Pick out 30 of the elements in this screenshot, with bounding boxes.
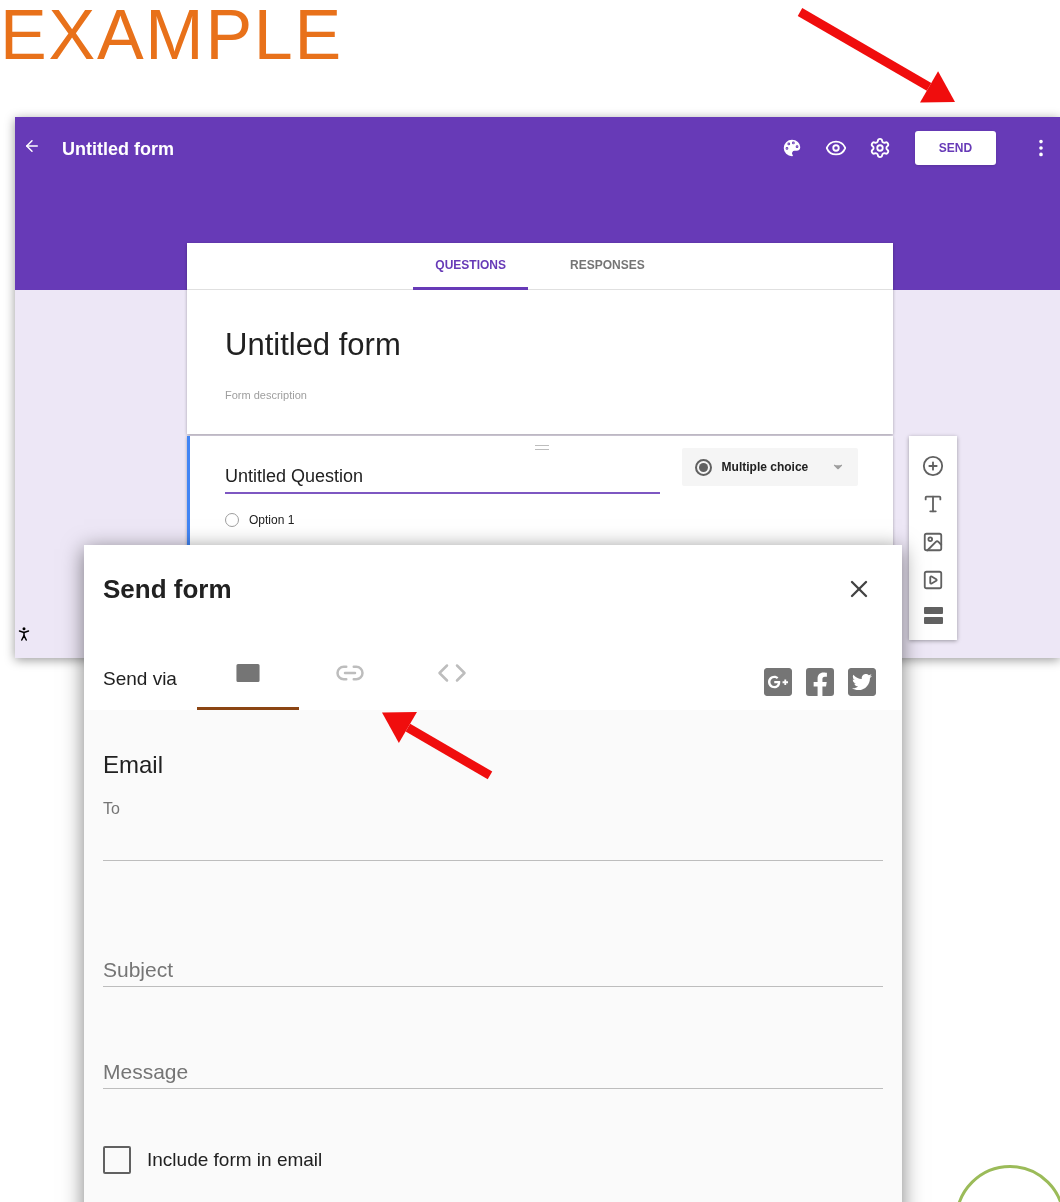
- app-title: Untitled form: [62, 138, 174, 161]
- form-description: Form description: [225, 387, 308, 403]
- video-icon[interactable]: [922, 569, 944, 591]
- google-plus-icon[interactable]: [762, 666, 794, 698]
- to-field[interactable]: To: [103, 797, 883, 861]
- form-title: Untitled form: [225, 326, 402, 364]
- settings-icon[interactable]: [869, 137, 891, 159]
- radio-type-icon: [694, 458, 712, 476]
- question-title-field[interactable]: Untitled Question: [225, 458, 660, 494]
- checkbox-label: Include form in email: [147, 1148, 323, 1172]
- checkbox[interactable]: [103, 1146, 131, 1175]
- text-icon[interactable]: [922, 493, 944, 515]
- twitter-icon[interactable]: [846, 666, 878, 698]
- palette-icon[interactable]: [781, 137, 803, 159]
- form-tab[interactable]: QUESTIONS: [413, 243, 528, 290]
- option-label: Option 1: [249, 512, 295, 529]
- send-via-label: Send via: [103, 666, 177, 691]
- section-icon[interactable]: [923, 607, 943, 624]
- email-heading: Email: [103, 750, 164, 780]
- text-field[interactable]: Message: [103, 1055, 883, 1089]
- facebook-icon[interactable]: [804, 666, 836, 698]
- dialog-title: Send form: [103, 572, 232, 606]
- image-icon[interactable]: [922, 531, 944, 553]
- send-button[interactable]: SEND: [915, 131, 996, 165]
- add-icon[interactable]: [922, 455, 944, 477]
- slide-title: EXAMPLE: [0, 0, 343, 76]
- drag-handle-icon[interactable]: [535, 445, 549, 450]
- form-tab[interactable]: RESPONSES: [548, 243, 667, 290]
- question-type-dropdown[interactable]: Multiple choice: [681, 448, 858, 486]
- text-field[interactable]: Subject: [103, 953, 883, 987]
